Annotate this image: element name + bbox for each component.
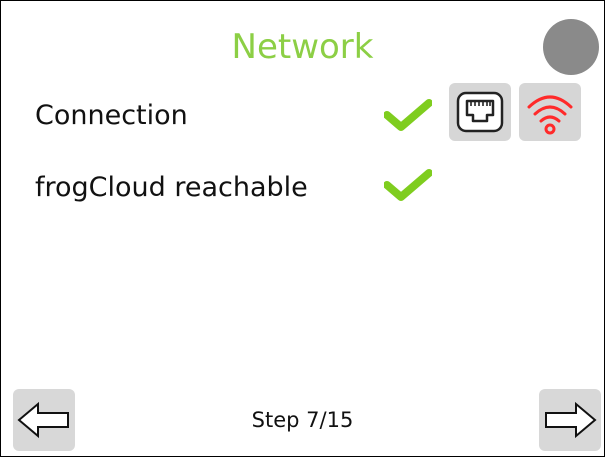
- step-indicator: Step 7/15: [251, 408, 354, 432]
- frogcloud-label: frogCloud reachable: [35, 172, 308, 203]
- ethernet-port-icon: [456, 91, 504, 133]
- connection-check-icon: [384, 99, 432, 131]
- connection-label: Connection: [35, 100, 188, 131]
- network-screen: Network Connection frogCloud reachable S…: [0, 0, 605, 457]
- status-indicator: [543, 19, 599, 75]
- frogcloud-check-icon: [384, 169, 432, 201]
- page-title: Network: [231, 27, 374, 67]
- wifi-button[interactable]: [519, 83, 581, 141]
- arrow-right-icon: [545, 401, 597, 439]
- next-button[interactable]: [539, 389, 601, 451]
- ethernet-button[interactable]: [449, 83, 511, 141]
- wifi-icon: [527, 95, 573, 135]
